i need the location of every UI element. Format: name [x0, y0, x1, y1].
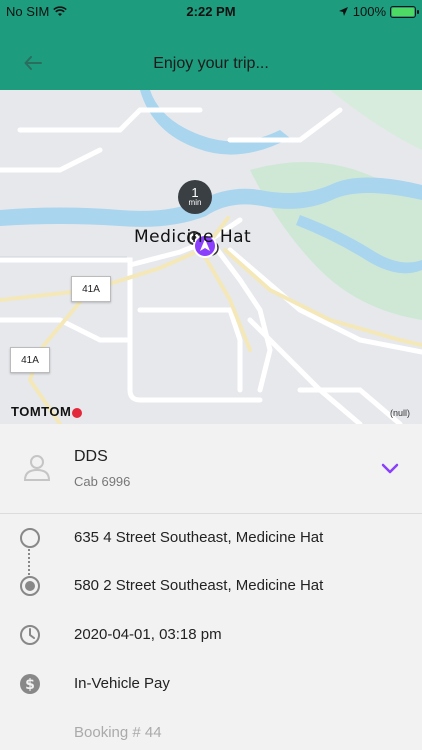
highway-shield: 41A: [10, 347, 50, 373]
page-title: Enjoy your trip...: [153, 55, 269, 72]
map-place-label: Medicine Hat: [134, 227, 252, 247]
pickup-row: 635 4 Street Southeast, Medicine Hat: [0, 518, 422, 558]
svg-text:$: $: [25, 677, 35, 693]
payment-method: In-Vehicle Pay: [74, 675, 170, 692]
driver-card[interactable]: DDS Cab 6996: [0, 424, 422, 514]
eta-unit: min: [188, 198, 202, 207]
datetime-row: 2020-04-01, 03:18 pm: [0, 615, 422, 655]
tomtom-badge-icon: [72, 407, 83, 418]
pickup-address: 635 4 Street Southeast, Medicine Hat: [74, 529, 324, 546]
map-attribution: (null): [389, 408, 410, 418]
chevron-down-icon[interactable]: [380, 458, 400, 478]
dropoff-target-icon: [20, 576, 40, 596]
pickup-circle-icon: [20, 528, 40, 548]
battery-percent: 100%: [352, 4, 386, 19]
map-view[interactable]: 1 min Medicine Hat 41A 41A TOMTOM (null): [0, 90, 422, 424]
tomtom-brand: TOMTOM: [11, 404, 72, 419]
map-canvas: [0, 90, 422, 424]
dropoff-row: 580 2 Street Southeast, Medicine Hat: [0, 566, 422, 606]
tomtom-logo: TOMTOM: [11, 404, 83, 419]
status-bar: No SIM 2:22 PM 100%: [0, 0, 422, 22]
booking-row: Booking # 44: [0, 713, 422, 750]
trip-details: 635 4 Street Southeast, Medicine Hat 580…: [0, 514, 422, 750]
battery-icon: [390, 5, 419, 18]
eta-bubble: 1 min: [178, 180, 212, 214]
app-header: No SIM 2:22 PM 100% Enjoy your trip...: [0, 0, 422, 90]
person-icon: [23, 455, 51, 481]
nav-bar: Enjoy your trip...: [0, 40, 422, 90]
booking-number: Booking # 44: [74, 724, 162, 741]
driver-name: DDS: [74, 448, 108, 465]
dropoff-address: 580 2 Street Southeast, Medicine Hat: [74, 577, 324, 594]
clock-icon: [20, 625, 40, 645]
payment-row: $ In-Vehicle Pay: [0, 664, 422, 704]
cab-number: Cab 6996: [74, 474, 131, 489]
status-right: 100%: [338, 4, 419, 19]
location-arrow-icon: [338, 7, 348, 16]
dollar-icon: $: [20, 674, 40, 694]
trip-datetime: 2020-04-01, 03:18 pm: [74, 626, 222, 643]
highway-shield: 41A: [71, 276, 111, 302]
